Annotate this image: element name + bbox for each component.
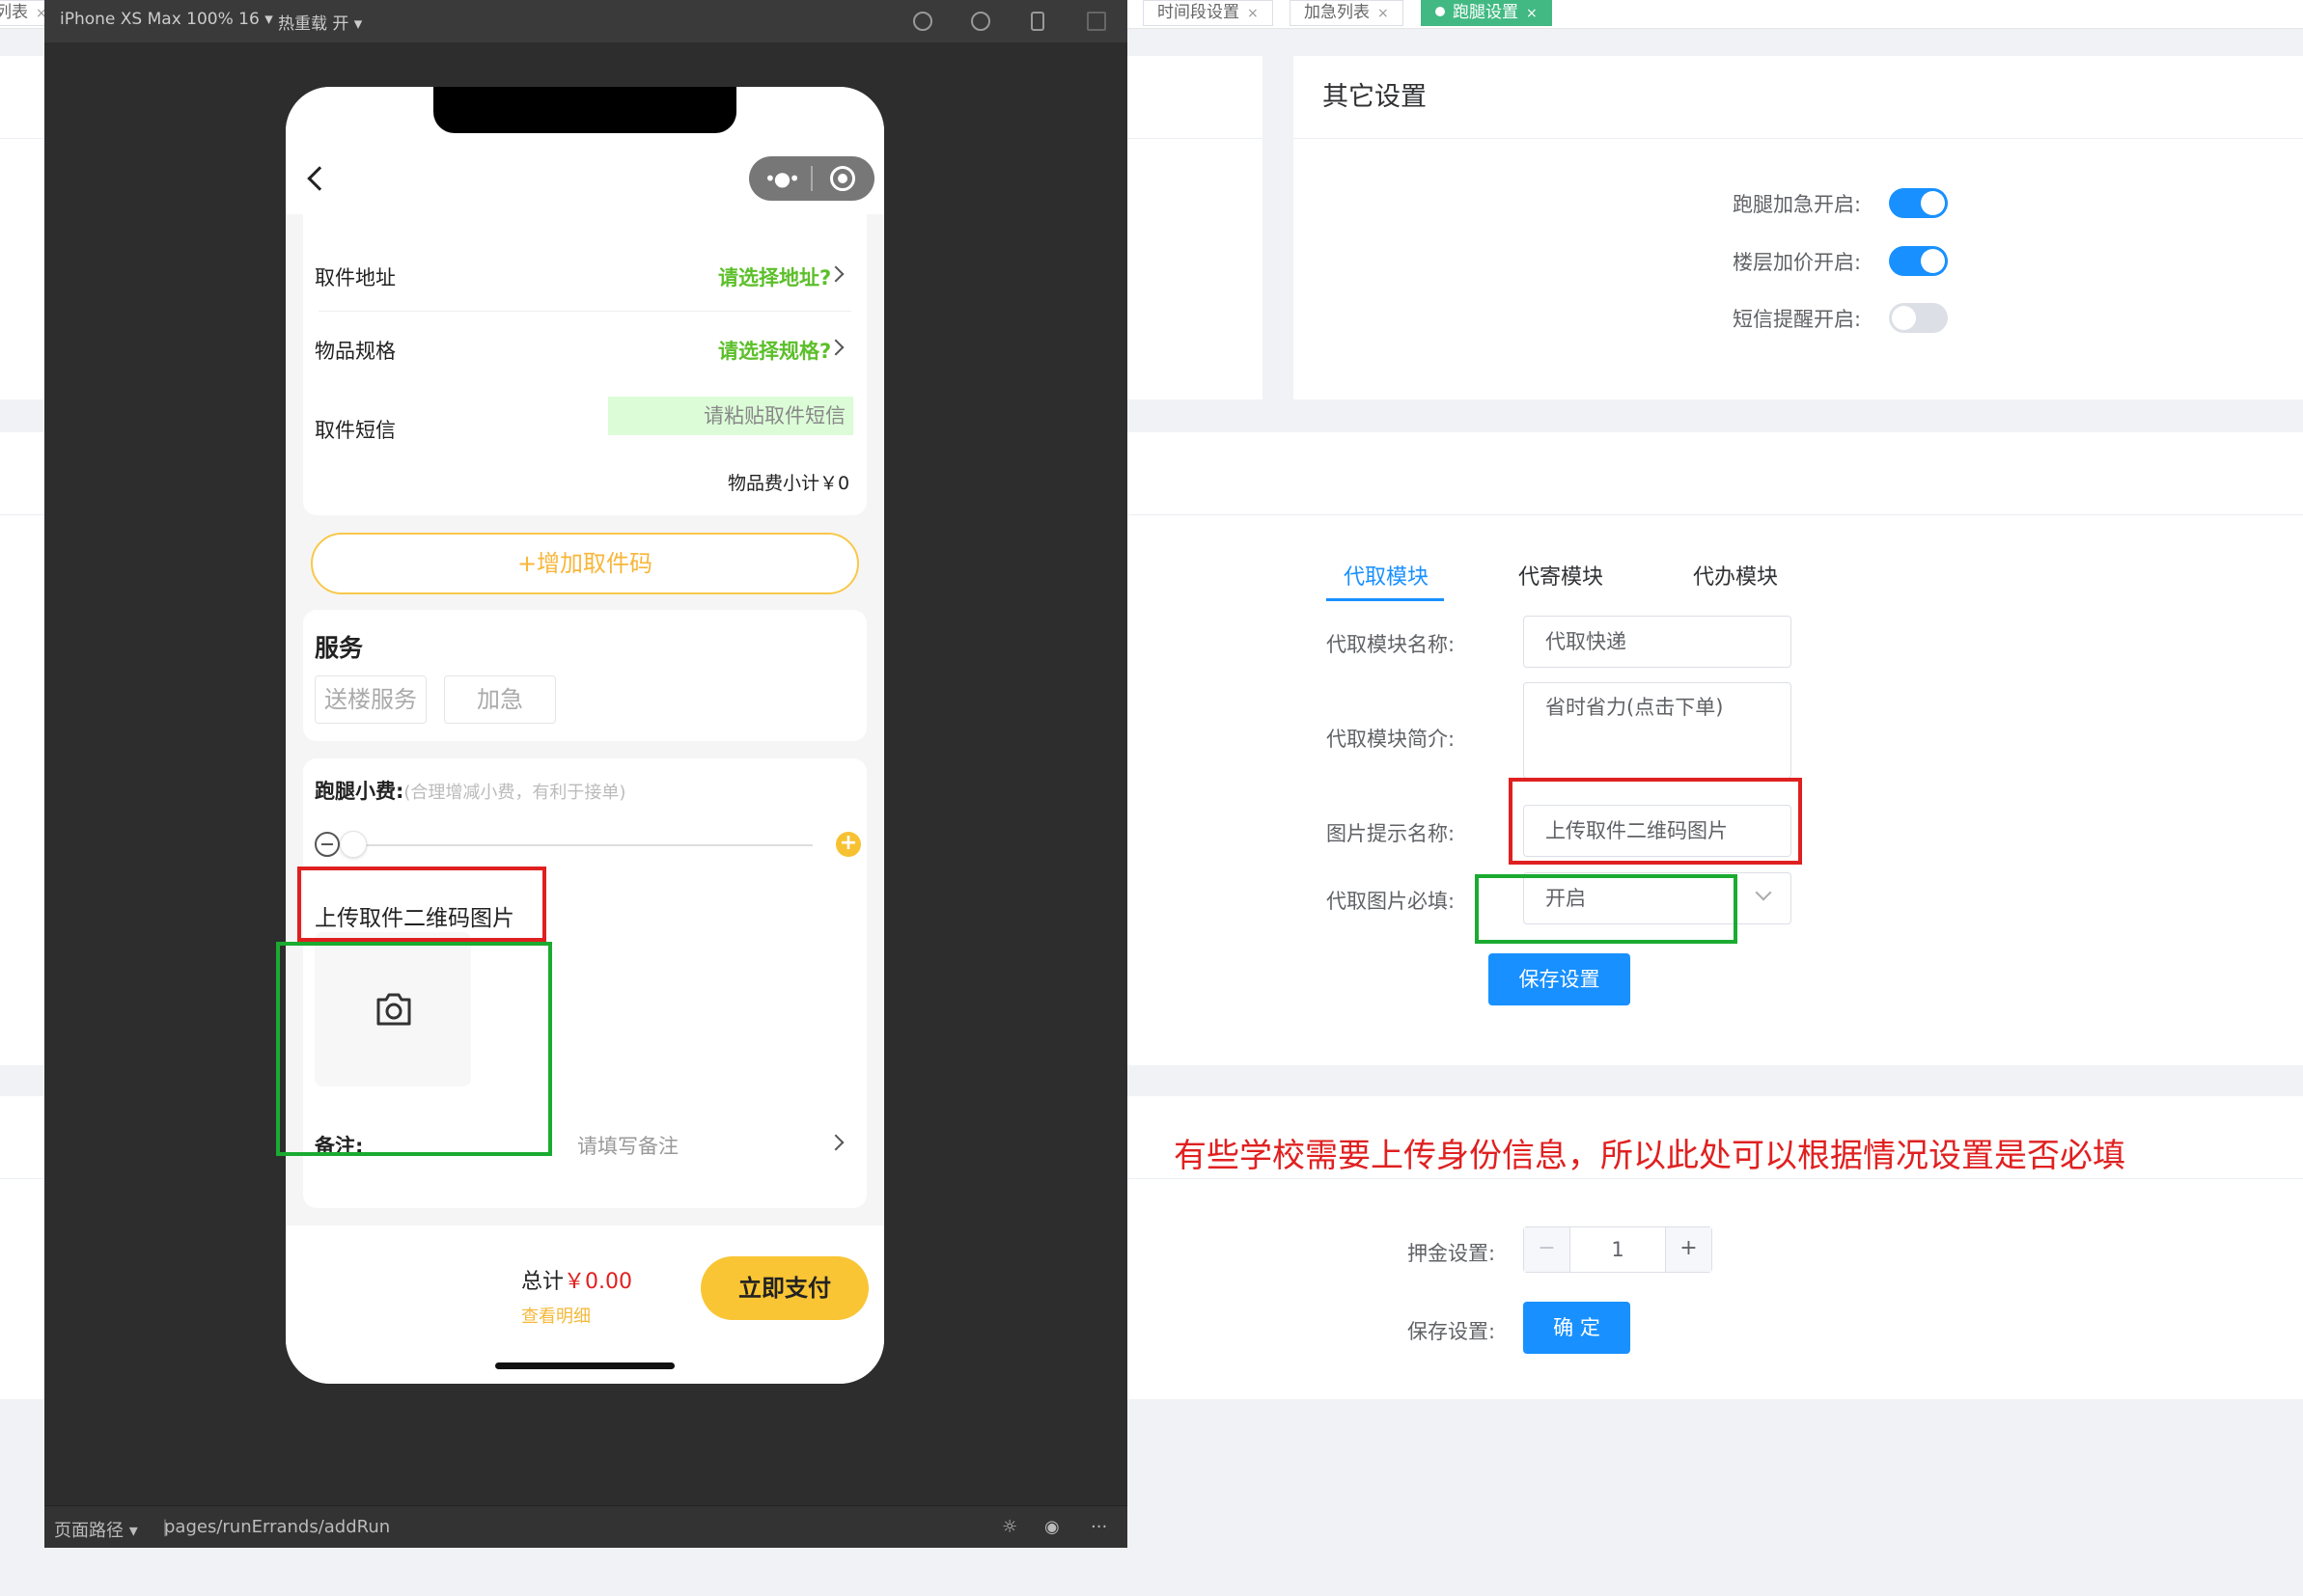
tab-agent-module[interactable]: 代办模块 [1693, 560, 1778, 591]
image-required-label: 代取图片必填: [1326, 890, 1456, 913]
floor-surcharge-switch-label: 楼层加价开启: [1733, 251, 1862, 274]
tab-send-module[interactable]: 代寄模块 [1518, 560, 1603, 591]
debug-icon[interactable]: ☼ [1002, 1517, 1017, 1537]
pay-now-button[interactable]: 立即支付 [701, 1256, 869, 1320]
phone-icon[interactable] [1031, 12, 1044, 31]
service-card: 服务 送楼服务 加急 [303, 610, 867, 741]
confirm-button[interactable]: 确 定 [1523, 1302, 1630, 1354]
more-icon[interactable]: •●• [764, 169, 800, 188]
total-value: ￥0.00 [564, 1270, 633, 1294]
chevron-right-icon[interactable] [827, 1134, 845, 1151]
pickup-info-card: 取件地址 请选择地址? 物品规格 请选择规格? 取件短信 请粘贴取件短信 物品费… [303, 214, 867, 515]
switch-knob [1892, 306, 1916, 330]
item-spec-value[interactable]: 请选择规格? [718, 336, 831, 365]
simulator-toolbar: iPhone XS Max 100% 16 ▾ 热重载 开 ▾ [44, 0, 1127, 42]
service-tag-urgent[interactable]: 加急 [444, 675, 556, 724]
tab-active-indicator [1326, 598, 1444, 601]
stepper-value[interactable]: 1 [1570, 1227, 1665, 1272]
item-spec-label: 物品规格 [315, 340, 396, 363]
module-name-input[interactable]: 代取快递 [1523, 616, 1791, 668]
close-mini-program-icon[interactable] [830, 166, 855, 191]
urgent-switch[interactable] [1889, 188, 1948, 218]
view-detail-link[interactable]: 查看明细 [521, 1303, 591, 1328]
close-icon[interactable]: × [1377, 6, 1389, 21]
save-module-button[interactable]: 保存设置 [1488, 953, 1630, 1005]
menu-capsule[interactable]: •●• [749, 156, 874, 201]
highlight-box-red [1509, 778, 1802, 865]
tab-errand-settings[interactable]: 跑腿设置 × [1421, 0, 1552, 26]
annotation-text: 有些学校需要上传身份信息，所以此处可以根据情况设置是否必填 [1174, 1137, 2125, 1175]
tab-label: 列表 [0, 3, 28, 22]
tip-title-text: 跑腿小费: [315, 780, 404, 803]
highlight-box-red [297, 867, 546, 942]
image-hint-label: 图片提示名称: [1326, 822, 1456, 845]
urgent-switch-label: 跑腿加急开启: [1733, 193, 1862, 216]
preview-eye-icon[interactable]: ◉ [1044, 1517, 1060, 1537]
item-subtotal: 物品费小计￥0 [728, 473, 850, 494]
more-options-icon[interactable]: ··· [1091, 1517, 1107, 1537]
capsule-divider [811, 166, 813, 191]
add-pickup-code-button[interactable]: +增加取件码 [311, 533, 859, 594]
sms-reminder-switch[interactable] [1889, 303, 1948, 333]
service-tag-floor-delivery[interactable]: 送楼服务 [315, 675, 427, 724]
other-settings-card: 其它设置 跑腿加急开启: 楼层加价开启: 短信提醒开启: [1293, 56, 2303, 399]
page-path-value: pages/runErrands/addRun [164, 1517, 391, 1537]
pickup-address-value[interactable]: 请选择地址? [718, 262, 831, 291]
divider [319, 311, 851, 312]
sms-reminder-switch-label: 短信提醒开启: [1733, 308, 1862, 331]
chevron-down-icon [1755, 884, 1772, 901]
switch-knob [1921, 249, 1945, 273]
total-label: 总计￥0.00 [521, 1264, 632, 1295]
remark-input[interactable]: 请填写备注 [577, 1131, 679, 1160]
module-intro-textarea[interactable]: 省时省力(点击下单) [1523, 682, 1791, 779]
stepper-minus-button[interactable]: − [1524, 1227, 1570, 1272]
page-path-label[interactable]: 页面路径 ▾ [54, 1517, 138, 1542]
tab-urgent-list[interactable]: 加急列表 × [1290, 0, 1403, 26]
refresh-icon[interactable] [913, 12, 932, 31]
tab-label: 跑腿设置 [1453, 3, 1518, 22]
stop-icon[interactable] [971, 12, 990, 31]
tip-decrease-icon[interactable] [315, 832, 340, 857]
stepper-plus-button[interactable]: + [1665, 1227, 1711, 1272]
tab-label: 加急列表 [1304, 3, 1370, 22]
deposit-stepper: − 1 + [1523, 1226, 1712, 1273]
total-label-text: 总计 [521, 1270, 565, 1294]
home-indicator [495, 1362, 675, 1369]
active-dot-icon [1435, 7, 1445, 16]
switch-knob [1921, 191, 1945, 215]
payment-bar: 总计￥0.00 查看明细 立即支付 [286, 1225, 884, 1384]
tip-slider-thumb[interactable] [340, 831, 367, 858]
floor-surcharge-switch[interactable] [1889, 246, 1948, 276]
other-settings-title: 其它设置 [1293, 56, 2303, 139]
deposit-label: 押金设置: [1407, 1242, 1496, 1265]
highlight-box-green [1475, 874, 1737, 944]
pickup-address-label: 取件地址 [315, 266, 396, 289]
tip-hint: (合理增减小费，有利于接单) [403, 783, 626, 803]
phone-notch [433, 87, 736, 133]
phone-screen: •●• 取件地址 请选择地址? 物品规格 请选择规格? 取件短信 请粘贴取件短信… [286, 87, 884, 1384]
save-settings-label: 保存设置: [1407, 1320, 1496, 1343]
back-icon[interactable] [307, 166, 332, 191]
tip-title: 跑腿小费:(合理增减小费，有利于接单) [315, 776, 625, 805]
simulator-status-bar: 页面路径 ▾ | pages/runErrands/addRun ☼ ◉ ··· [44, 1505, 1127, 1548]
hot-reload-toggle[interactable]: 热重载 开 ▾ [278, 10, 362, 34]
close-icon[interactable]: × [1526, 6, 1538, 21]
service-title: 服务 [315, 634, 364, 662]
tip-increase-icon[interactable]: + [836, 832, 861, 857]
tip-slider-track[interactable] [351, 844, 813, 846]
tab-label: 时间段设置 [1157, 3, 1239, 22]
device-selector[interactable]: iPhone XS Max 100% 16 ▾ [60, 10, 273, 29]
module-intro-label: 代取模块简介: [1326, 728, 1456, 751]
tab-pickup-module[interactable]: 代取模块 [1344, 560, 1429, 591]
highlight-box-green [276, 942, 552, 1156]
close-icon[interactable]: × [1247, 6, 1259, 21]
module-name-label: 代取模块名称: [1326, 633, 1456, 656]
wechat-simulator: iPhone XS Max 100% 16 ▾ 热重载 开 ▾ •●• 取件地址… [44, 0, 1127, 1548]
window-icon[interactable] [1087, 12, 1106, 31]
tab-time-slot-settings[interactable]: 时间段设置 × [1143, 0, 1273, 26]
pickup-sms-input[interactable]: 请粘贴取件短信 [608, 397, 853, 435]
pickup-sms-label: 取件短信 [315, 419, 396, 442]
